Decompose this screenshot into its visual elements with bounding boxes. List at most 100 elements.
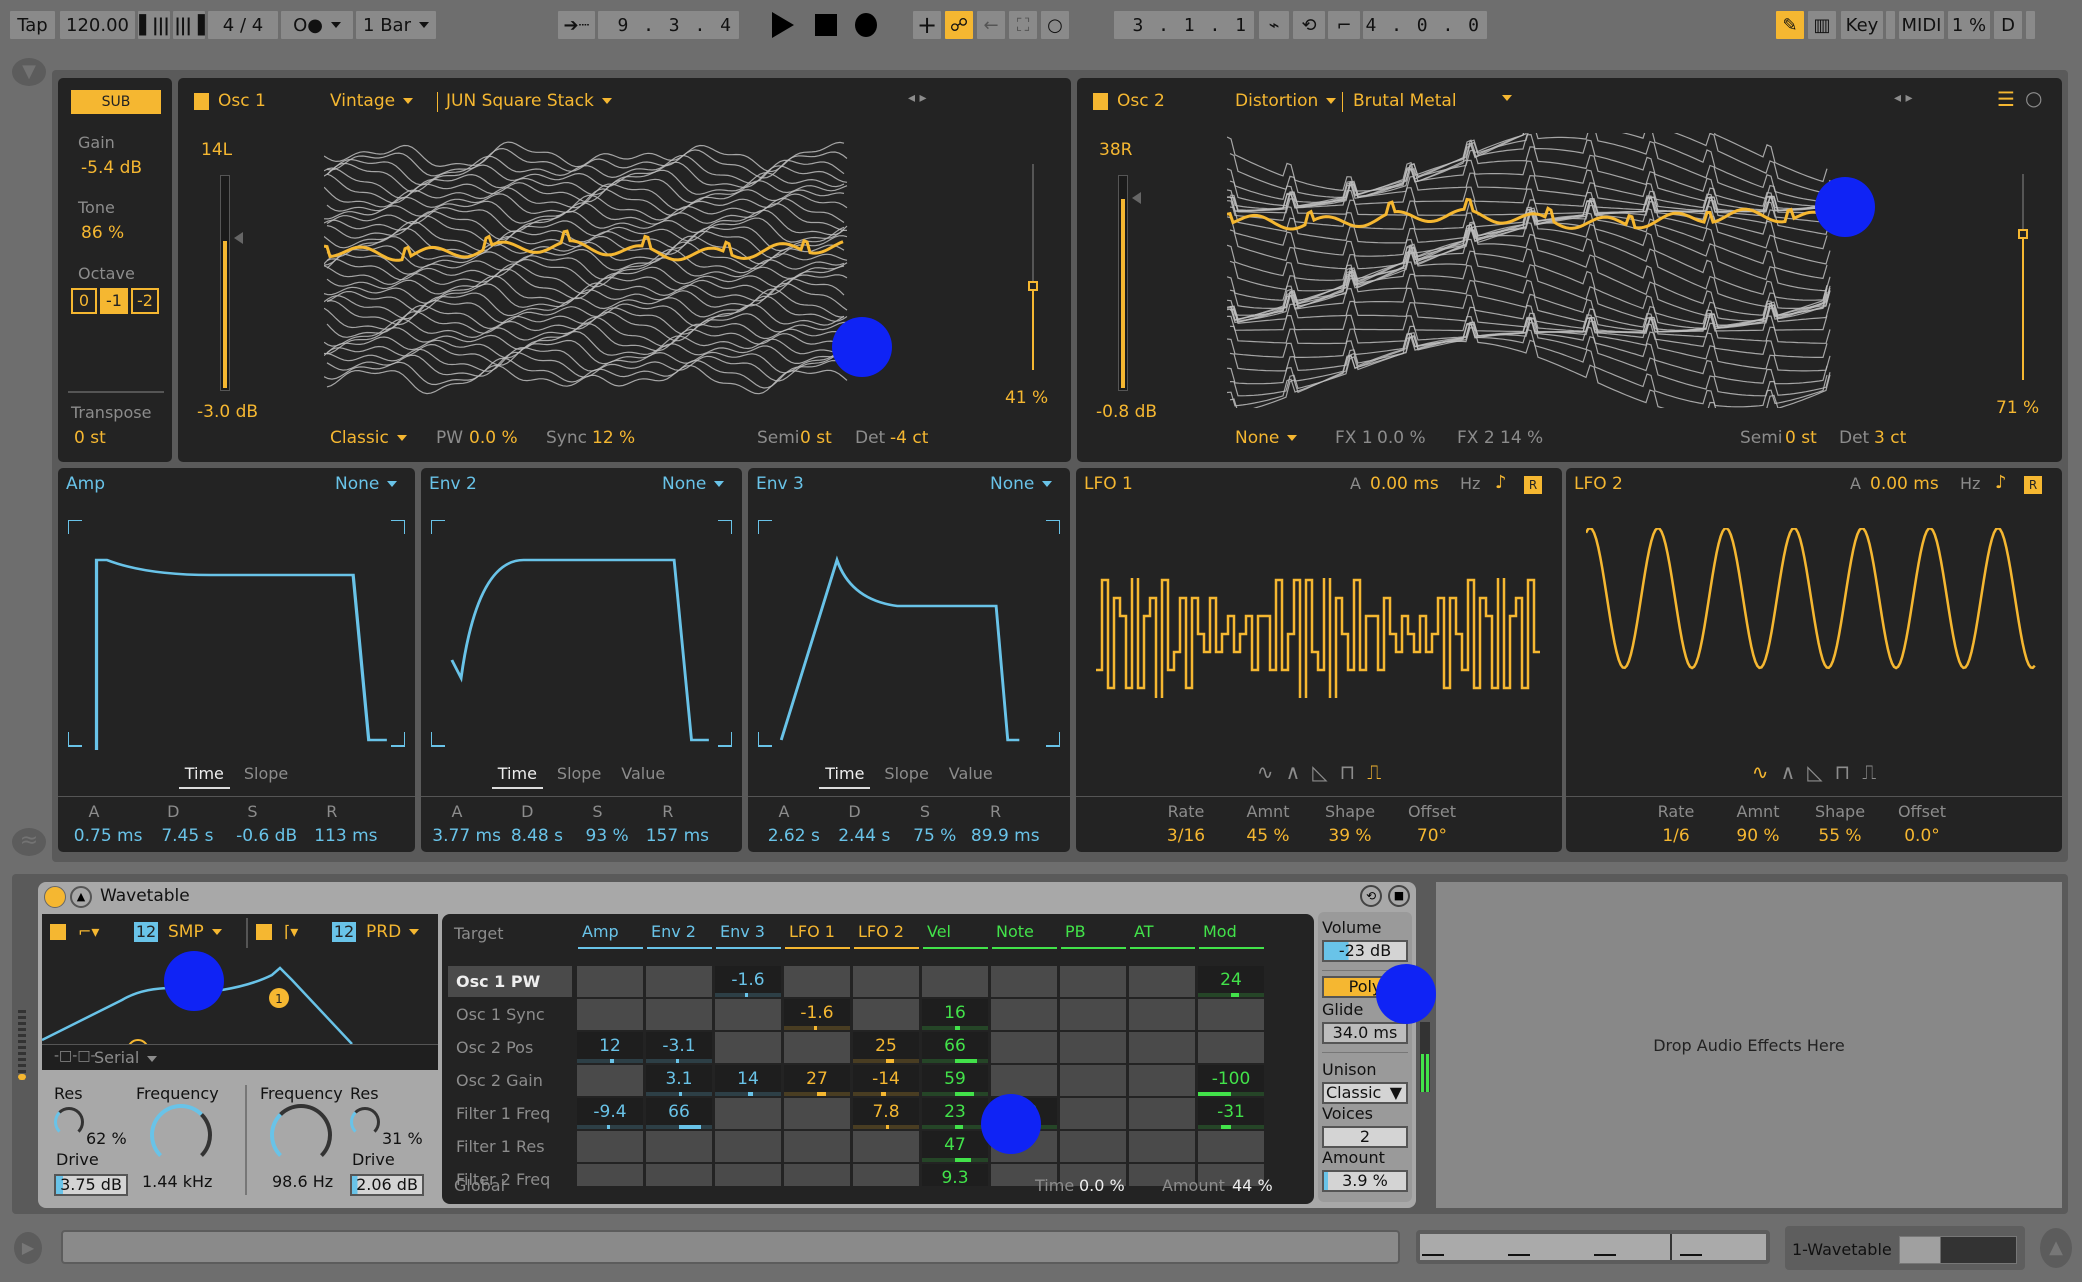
- octave-minus2-button[interactable]: -2: [131, 288, 159, 314]
- lfo-retrigger-button[interactable]: R: [2024, 476, 2042, 494]
- session-record-button[interactable]: ○: [1041, 11, 1069, 39]
- matrix-cell[interactable]: [1198, 1032, 1264, 1063]
- loop-length-field[interactable]: 4 . 0 . 0: [1363, 11, 1487, 39]
- osc1-gain-slider[interactable]: [220, 175, 230, 391]
- lfo-shape-sine-icon[interactable]: ∿: [1752, 760, 1769, 784]
- osc2-fx1-value[interactable]: 0.0 %: [1377, 428, 1426, 448]
- matrix-cell[interactable]: [1129, 999, 1195, 1030]
- matrix-cell[interactable]: 23: [922, 1098, 988, 1129]
- volume-field[interactable]: -23 dB: [1322, 940, 1408, 962]
- tab-slope[interactable]: Slope: [878, 764, 934, 787]
- transpose-value[interactable]: 0 st: [74, 428, 106, 448]
- nudge-up-button[interactable]: |||▐: [173, 11, 205, 39]
- envelope-r-value[interactable]: 113 ms: [304, 826, 388, 846]
- matrix-cell[interactable]: [1198, 999, 1264, 1030]
- matrix-cell[interactable]: [715, 999, 781, 1030]
- osc1-prev-next-arrows[interactable]: ◂ ▸: [908, 90, 927, 106]
- matrix-cell[interactable]: [1060, 1098, 1126, 1129]
- matrix-source-header[interactable]: Vel: [923, 922, 988, 949]
- filter1-res-knob[interactable]: [54, 1107, 84, 1137]
- matrix-cell[interactable]: [784, 966, 850, 997]
- filter-response-curve[interactable]: 2 1: [42, 950, 438, 1044]
- lfo-retrigger-button[interactable]: R: [1524, 476, 1542, 494]
- matrix-cell[interactable]: [922, 966, 988, 997]
- osc1-mode-menu[interactable]: Classic: [330, 428, 407, 448]
- time-signature-field[interactable]: 4 / 4: [208, 11, 278, 39]
- matrix-cell[interactable]: [715, 1032, 781, 1063]
- lfo-shape-square-icon[interactable]: ⊓: [1340, 760, 1356, 784]
- tab-time[interactable]: Time: [819, 764, 871, 789]
- unison-amount-field[interactable]: 3.9 %: [1322, 1170, 1408, 1192]
- osc2-prev-next-arrows[interactable]: ◂ ▸: [1894, 90, 1913, 106]
- punch-in-button[interactable]: ⌁: [1259, 11, 1289, 39]
- glide-field[interactable]: 34.0 ms: [1322, 1022, 1408, 1044]
- tap-tempo-button[interactable]: Tap: [10, 11, 55, 39]
- envelope-r-value[interactable]: 89.9 ms: [968, 826, 1044, 846]
- matrix-cell[interactable]: 25: [853, 1032, 919, 1063]
- record-button[interactable]: [855, 13, 877, 37]
- matrix-cell[interactable]: 7.8: [853, 1098, 919, 1129]
- matrix-cell[interactable]: [715, 1098, 781, 1129]
- lfo-sync-note-icon[interactable]: ♪: [1495, 472, 1507, 493]
- filter1-circuit-menu[interactable]: SMP: [168, 922, 222, 942]
- matrix-cell[interactable]: 66: [922, 1032, 988, 1063]
- envelope-d-value[interactable]: 2.44 s: [827, 826, 903, 846]
- loop-button[interactable]: ⟲: [1293, 11, 1325, 39]
- matrix-cell[interactable]: [715, 1164, 781, 1186]
- follow-button[interactable]: ➔┈: [558, 11, 595, 39]
- circle-icon[interactable]: ○: [2025, 86, 2042, 110]
- matrix-cell[interactable]: [853, 1131, 919, 1162]
- matrix-cell[interactable]: [784, 1032, 850, 1063]
- matrix-cell[interactable]: [1060, 1032, 1126, 1063]
- osc1-sync-value[interactable]: 12 %: [592, 428, 635, 448]
- matrix-source-header[interactable]: Note: [992, 922, 1057, 949]
- capture-button[interactable]: ⛶: [1009, 11, 1037, 39]
- matrix-cell[interactable]: 12: [577, 1032, 643, 1063]
- osc2-fx2-value[interactable]: 14 %: [1500, 428, 1543, 448]
- matrix-cell[interactable]: -1.6: [715, 966, 781, 997]
- lfo-shape-value[interactable]: 55 %: [1800, 826, 1880, 846]
- filter2-slope[interactable]: 12: [332, 922, 356, 942]
- matrix-cell[interactable]: [784, 1098, 850, 1129]
- matrix-cell[interactable]: [1129, 1032, 1195, 1063]
- matrix-cell[interactable]: 24: [1198, 966, 1264, 997]
- matrix-cell[interactable]: [1060, 999, 1126, 1030]
- matrix-source-header[interactable]: Env 3: [716, 922, 781, 949]
- osc2-wavetable-menu[interactable]: Brutal Metal: [1353, 91, 1457, 111]
- filter2-toggle[interactable]: [256, 924, 272, 940]
- matrix-cell[interactable]: [853, 966, 919, 997]
- matrix-cell[interactable]: [1129, 1131, 1195, 1162]
- matrix-time-value[interactable]: 0.0 %: [1079, 1176, 1125, 1195]
- envelope-mode-menu[interactable]: None: [990, 474, 1052, 494]
- osc1-semi-value[interactable]: 0 st: [800, 428, 832, 448]
- tempo-field[interactable]: 120.00: [60, 11, 135, 39]
- filter1-freq-knob[interactable]: [150, 1104, 212, 1166]
- envelope-a-value[interactable]: 0.75 ms: [66, 826, 150, 846]
- tab-slope[interactable]: Slope: [238, 764, 294, 787]
- matrix-cell[interactable]: [646, 1164, 712, 1186]
- filter2-circuit-menu[interactable]: PRD: [366, 922, 419, 942]
- tab-slope[interactable]: Slope: [551, 764, 607, 787]
- osc2-pan-value[interactable]: 38R: [1099, 140, 1132, 160]
- osc2-wavetable-display[interactable]: [1227, 133, 1927, 408]
- osc2-semi-value[interactable]: 0 st: [1785, 428, 1817, 448]
- wave-toggle-button[interactable]: ≈: [12, 828, 46, 856]
- device-thumbnail[interactable]: [1899, 1236, 2017, 1264]
- matrix-cell[interactable]: [991, 966, 1057, 997]
- punch-out-button[interactable]: ⌐: [1328, 11, 1360, 39]
- matrix-cell[interactable]: [577, 966, 643, 997]
- tab-value[interactable]: Value: [615, 764, 671, 787]
- matrix-cell[interactable]: [1129, 1065, 1195, 1096]
- matrix-cell[interactable]: [784, 1164, 850, 1186]
- osc2-category-menu[interactable]: Distortion: [1235, 91, 1336, 111]
- lfo-shape-saw-icon[interactable]: ◺: [1312, 760, 1327, 784]
- matrix-target-row[interactable]: Osc 2 Gain: [448, 1065, 572, 1096]
- matrix-cell[interactable]: 27: [784, 1065, 850, 1096]
- envelope-s-value[interactable]: -0.6 dB: [225, 826, 309, 846]
- envelope-d-value[interactable]: 8.48 s: [499, 826, 574, 846]
- device-on-toggle[interactable]: [44, 886, 66, 908]
- matrix-cell[interactable]: [853, 999, 919, 1030]
- lfo-amount-value[interactable]: 45 %: [1228, 826, 1308, 846]
- matrix-cell[interactable]: [577, 1065, 643, 1096]
- osc1-pan-value[interactable]: 14L: [201, 140, 232, 160]
